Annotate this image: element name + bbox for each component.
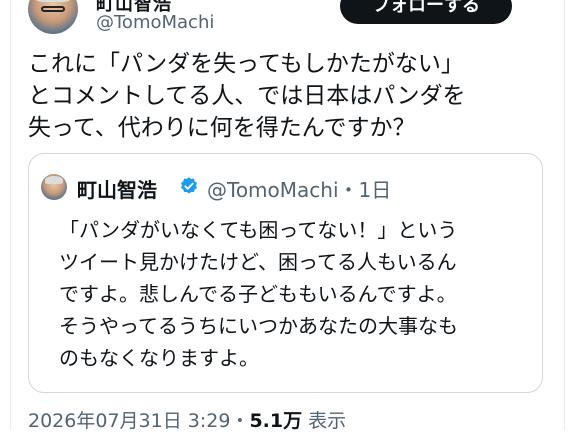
quoted-line: ツイート見かけたけど、困ってる人もいるん (59, 250, 457, 274)
quoted-meta: @TomoMachi・1日 (207, 174, 391, 203)
quoted-age: 1日 (358, 178, 392, 202)
quoted-line: そうやってるうちにいつかあなたの大事なも (59, 314, 458, 338)
tweet-line: 失って、代わりに何を得たんですか？ (28, 115, 416, 141)
quoted-line: 「パンダがいなくても困ってない！」という (59, 218, 458, 242)
tweet-line: これに「パンダを失ってもしかたがない」 (28, 51, 464, 77)
author-handle[interactable]: @TomoMachi (96, 12, 214, 33)
meta-separator: ・ (338, 178, 359, 202)
verified-badge-icon (181, 177, 197, 194)
quoted-text: 「パンダがいなくても困ってない！」という ツイート見かけたけど、困ってる人もいる… (59, 214, 539, 374)
follow-button[interactable]: フォローする (340, 0, 512, 24)
tweet-line: とコメントしてる人、では日本はパンダを (28, 83, 466, 109)
avatar-hair (45, 176, 63, 184)
tweet-footer: 2026年07月31日 3:29・5.1万 表示 (28, 406, 346, 433)
view-label: 表示 (308, 410, 347, 432)
tweet-header: 町山智浩 @TomoMachi フォローする (0, 0, 576, 52)
avatar-glasses (41, 6, 65, 12)
quoted-line: のもなくなりますよ。 (59, 346, 259, 370)
quoted-handle: @TomoMachi (207, 178, 339, 202)
quoted-tweet[interactable]: 町山智浩 @TomoMachi・1日 「パンダがいなくても困ってない！」という … (28, 153, 543, 393)
tweet-text: これに「パンダを失ってもしかたがない」 とコメントしてる人、では日本はパンダを … (28, 48, 548, 144)
quoted-author-avatar (41, 174, 67, 200)
quoted-author-name: 町山智浩 (77, 178, 157, 202)
author-avatar[interactable] (28, 0, 78, 34)
view-count: 5.1万 (249, 410, 303, 432)
avatar-hair (36, 0, 70, 2)
footer-separator: ・ (230, 410, 250, 432)
quoted-line: ですよ。悲しんでる子どももいるんですよ。 (59, 282, 457, 306)
tweet-timestamp[interactable]: 2026年07月31日 3:29 (28, 410, 230, 432)
